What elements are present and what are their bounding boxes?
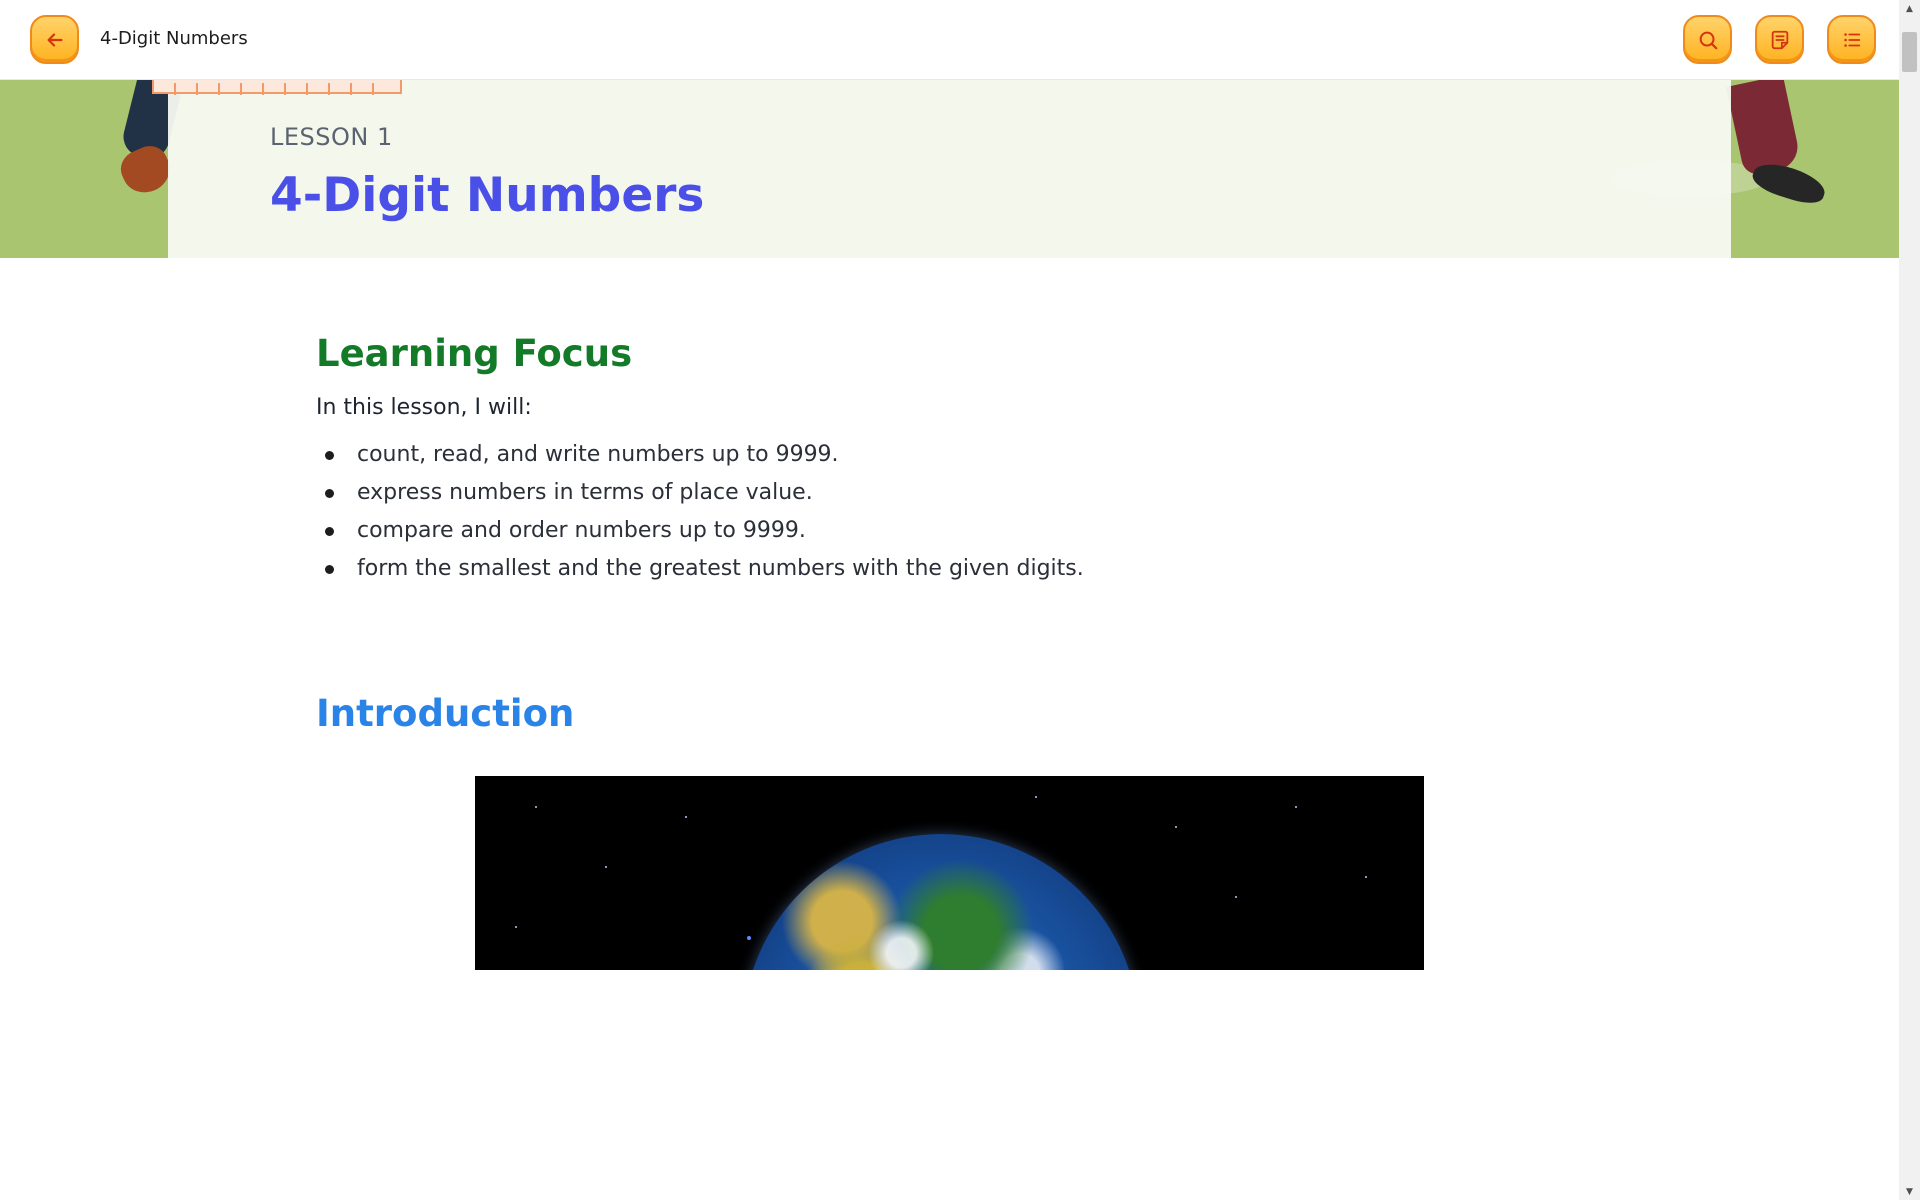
top-bar-title: 4-Digit Numbers <box>100 28 248 49</box>
list-icon <box>1843 32 1860 47</box>
table-of-contents-button[interactable] <box>1827 15 1876 64</box>
list-item: express numbers in terms of place value. <box>316 474 1516 512</box>
search-icon <box>1699 31 1717 49</box>
search-button[interactable] <box>1683 15 1732 64</box>
list-item: compare and order numbers up to 9999. <box>316 512 1516 550</box>
learning-focus-lead: In this lesson, I will: <box>316 395 532 420</box>
scroll-up-arrow-icon[interactable]: ▲ <box>1899 0 1920 17</box>
notes-button[interactable] <box>1755 15 1804 64</box>
introduction-heading: Introduction <box>316 692 575 735</box>
bullet-icon <box>325 527 334 536</box>
list-item: form the smallest and the greatest numbe… <box>316 550 1516 588</box>
learning-focus-list: count, read, and write numbers up to 999… <box>316 436 1516 588</box>
vertical-scrollbar[interactable]: ▲ ▼ <box>1899 0 1920 1200</box>
lesson-title: 4-Digit Numbers <box>270 168 705 223</box>
banner-illustration-right <box>1726 80 1802 178</box>
back-button[interactable] <box>30 15 79 64</box>
list-item: count, read, and write numbers up to 999… <box>316 436 1516 474</box>
bullet-icon <box>325 489 334 498</box>
banner-ruler-illustration <box>152 80 402 95</box>
lesson-number-label: LESSON 1 <box>270 123 393 151</box>
banner-illustration-shoe-right <box>1749 157 1829 209</box>
arrow-left-icon <box>46 32 63 47</box>
bullet-icon <box>325 451 334 460</box>
scroll-down-arrow-icon[interactable]: ▼ <box>1899 1183 1920 1200</box>
earth-image <box>475 776 1424 970</box>
lesson-content: Learning Focus In this lesson, I will: c… <box>316 320 1516 735</box>
bullet-icon <box>325 565 334 574</box>
top-bar: 4-Digit Numbers <box>0 0 1899 80</box>
notebook-icon <box>1771 30 1788 49</box>
scroll-thumb[interactable] <box>1902 32 1917 72</box>
earth-globe <box>743 834 1139 970</box>
learning-focus-heading: Learning Focus <box>316 332 633 375</box>
